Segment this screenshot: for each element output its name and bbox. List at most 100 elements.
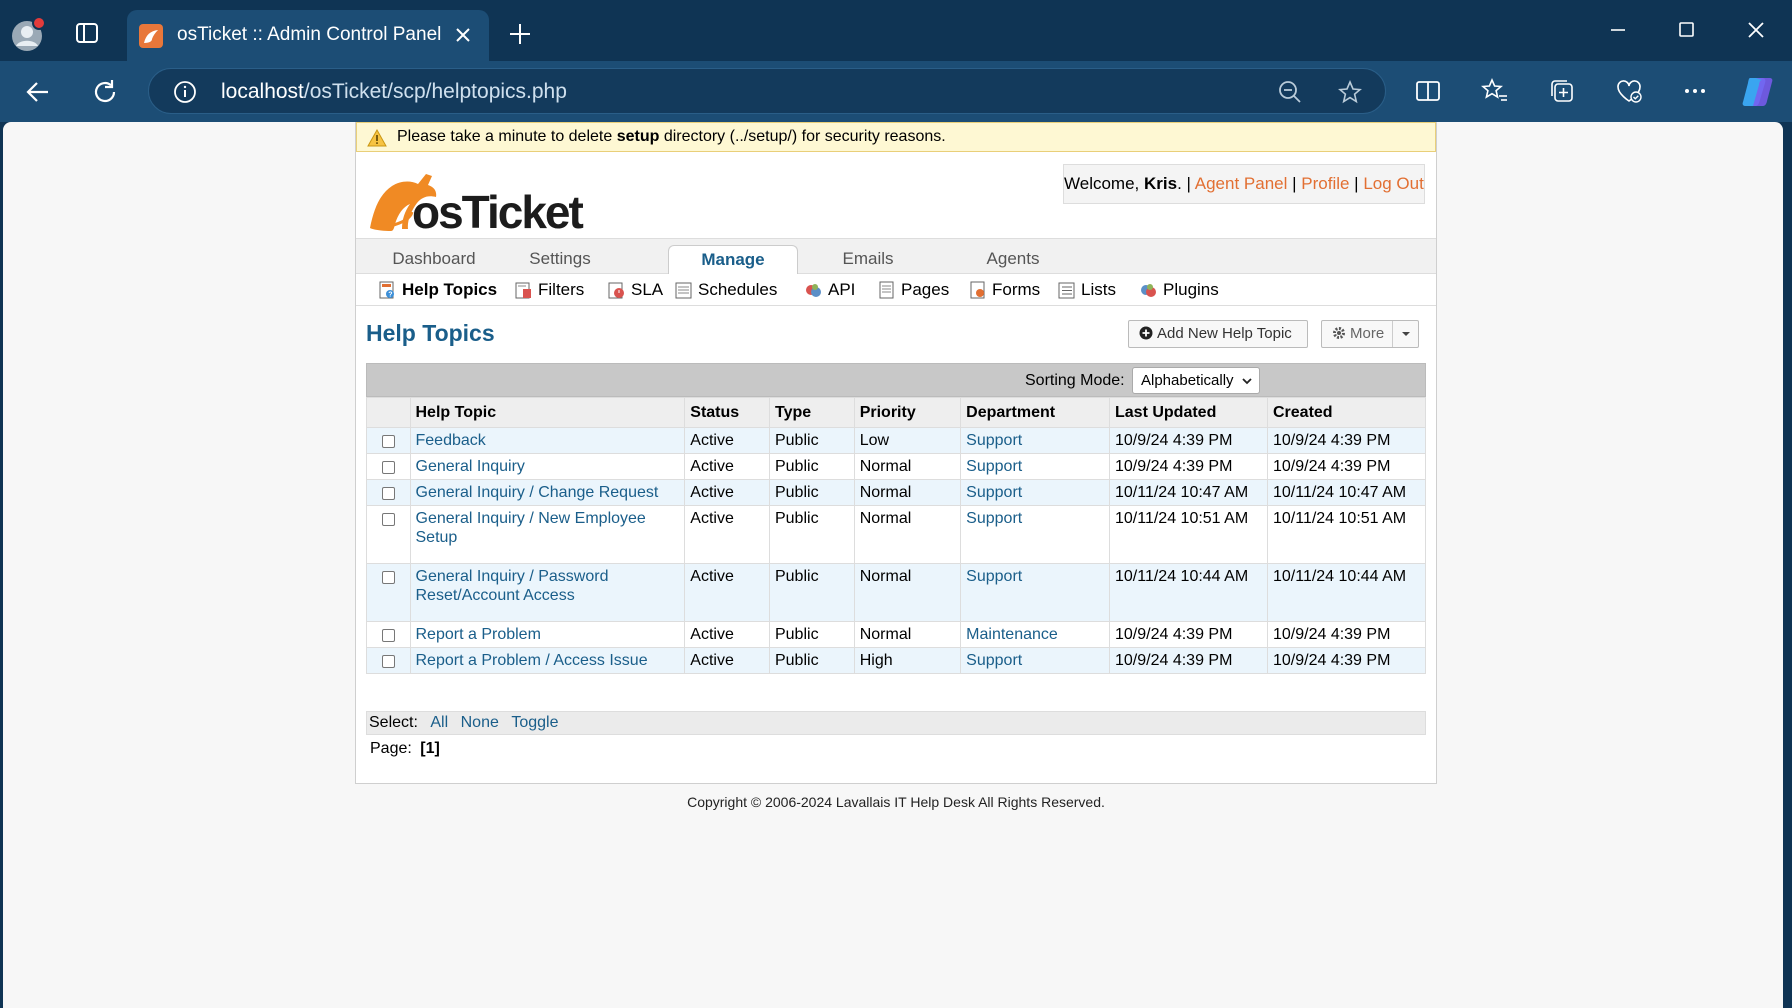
updated-cell: 10/9/24 4:39 PM [1109, 427, 1268, 454]
zoom-out-icon[interactable] [1277, 79, 1303, 105]
select-all-link[interactable]: All [430, 714, 448, 731]
header-department[interactable]: Department [960, 397, 1110, 428]
subnav-help-topics[interactable]: ? Help Topics [378, 279, 497, 301]
help-topic-link[interactable]: General Inquiry / Password Reset/Account… [416, 568, 609, 604]
department-link[interactable]: Maintenance [966, 626, 1058, 643]
minimize-icon[interactable] [1598, 14, 1638, 50]
help-topic-link[interactable]: General Inquiry / Change Request [416, 484, 659, 501]
browser-essentials-icon[interactable] [1614, 76, 1644, 106]
select-toggle-link[interactable]: Toggle [511, 714, 558, 731]
subnav-sla[interactable]: SLA [607, 279, 663, 301]
tab-settings[interactable]: Settings [500, 245, 620, 275]
help-topic-link[interactable]: General Inquiry [416, 458, 525, 475]
copilot-icon[interactable] [1740, 72, 1778, 110]
row-checkbox[interactable] [381, 487, 395, 500]
main-navigation: Dashboard Settings Manage Emails Agents [356, 238, 1436, 276]
pagination: Page: [1] [370, 740, 440, 758]
pages-icon [877, 280, 896, 300]
row-checkbox[interactable] [381, 461, 395, 474]
collections-icon[interactable] [1547, 76, 1577, 106]
table-row: Report a Problem Active Public Normal Ma… [366, 621, 1427, 648]
header-last-updated[interactable]: Last Updated [1109, 397, 1268, 428]
site-info-icon[interactable] [173, 80, 197, 104]
priority-cell: Normal [853, 505, 962, 564]
tab-emails[interactable]: Emails [808, 245, 928, 275]
chevron-down-icon[interactable] [1392, 321, 1418, 347]
help-topics-icon: ? [378, 280, 397, 300]
close-tab-icon[interactable] [452, 24, 474, 46]
reload-icon[interactable] [89, 76, 121, 108]
subnav-forms[interactable]: Forms [968, 279, 1040, 301]
tab-manage[interactable]: Manage [668, 245, 798, 276]
subnav-filters[interactable]: Filters [514, 279, 584, 301]
new-tab-icon[interactable] [508, 22, 532, 46]
department-link[interactable]: Support [966, 652, 1022, 669]
select-none-link[interactable]: None [461, 714, 499, 731]
row-checkbox[interactable] [381, 629, 395, 642]
warning-text-pre: Please take a minute to delete [397, 128, 617, 145]
sorting-bar: Sorting Mode: Alphabetically [366, 363, 1426, 397]
department-link[interactable]: Support [966, 510, 1022, 527]
type-cell: Public [768, 427, 855, 454]
maximize-icon[interactable] [1666, 14, 1706, 50]
split-screen-icon[interactable] [1413, 76, 1443, 106]
subnav-label: Pages [901, 280, 950, 299]
more-button[interactable]: More [1321, 320, 1419, 348]
subnav-api[interactable]: API [804, 279, 855, 301]
subnav-schedules[interactable]: Schedules [674, 279, 777, 301]
osticket-logo[interactable]: osTicket [366, 156, 596, 236]
address-bar[interactable]: localhost/osTicket/scp/helptopics.php [148, 68, 1386, 114]
tab-actions-icon[interactable] [74, 20, 100, 46]
favorite-star-icon[interactable] [1337, 79, 1363, 105]
sorting-mode-value: Alphabetically [1141, 372, 1234, 389]
help-topic-link[interactable]: Report a Problem / Access Issue [416, 652, 648, 669]
table-row: General Inquiry / New Employee Setup Act… [366, 505, 1427, 564]
back-arrow-icon[interactable] [22, 76, 54, 108]
department-link[interactable]: Support [966, 458, 1022, 475]
profile-avatar-icon[interactable] [10, 16, 48, 54]
subnav-pages[interactable]: Pages [877, 279, 949, 301]
tab-dashboard[interactable]: Dashboard [374, 245, 494, 275]
logout-link[interactable]: Log Out [1363, 174, 1424, 193]
help-topic-link[interactable]: Feedback [416, 432, 486, 449]
close-window-icon[interactable] [1736, 14, 1776, 50]
status-cell: Active [684, 621, 770, 648]
updated-cell: 10/9/24 4:39 PM [1109, 621, 1268, 648]
header-status[interactable]: Status [684, 397, 770, 428]
more-menu-icon[interactable] [1680, 76, 1710, 106]
row-checkbox[interactable] [381, 655, 395, 668]
add-help-topic-button[interactable]: Add New Help Topic [1128, 320, 1308, 348]
subnav-label: Plugins [1163, 280, 1219, 299]
created-cell: 10/9/24 4:39 PM [1266, 427, 1427, 454]
current-page: [1] [420, 740, 440, 757]
warning-text-bold: setup [616, 128, 660, 145]
profile-link[interactable]: Profile [1301, 174, 1349, 193]
tab-agents[interactable]: Agents [953, 245, 1073, 275]
department-link[interactable]: Support [966, 432, 1022, 449]
header-help-topic[interactable]: Help Topic [409, 397, 686, 428]
agent-panel-link[interactable]: Agent Panel [1195, 174, 1288, 193]
subnav-lists[interactable]: Lists [1057, 279, 1116, 301]
header-created[interactable]: Created [1266, 397, 1427, 428]
priority-cell: Normal [853, 479, 962, 506]
header-priority[interactable]: Priority [853, 397, 962, 428]
subnav-label: Filters [538, 280, 585, 299]
sorting-mode-select[interactable]: Alphabetically [1132, 367, 1260, 394]
subnav-label: Lists [1081, 280, 1116, 299]
status-cell: Active [684, 505, 770, 564]
row-checkbox[interactable] [381, 571, 395, 584]
type-cell: Public [768, 621, 855, 648]
type-cell: Public [768, 505, 855, 564]
url-path: /osTicket/scp/helptopics.php [303, 80, 567, 103]
subnav-plugins[interactable]: Plugins [1139, 279, 1219, 301]
row-checkbox[interactable] [381, 513, 395, 526]
browser-tab-active[interactable]: osTicket :: Admin Control Panel [127, 10, 489, 61]
department-link[interactable]: Support [966, 568, 1022, 585]
url-text[interactable]: localhost/osTicket/scp/helptopics.php [221, 80, 567, 104]
row-checkbox[interactable] [381, 435, 395, 448]
header-type[interactable]: Type [768, 397, 855, 428]
help-topic-link[interactable]: General Inquiry / New Employee Setup [416, 510, 646, 546]
department-link[interactable]: Support [966, 484, 1022, 501]
favorites-icon[interactable] [1480, 76, 1510, 106]
help-topic-link[interactable]: Report a Problem [416, 626, 541, 643]
